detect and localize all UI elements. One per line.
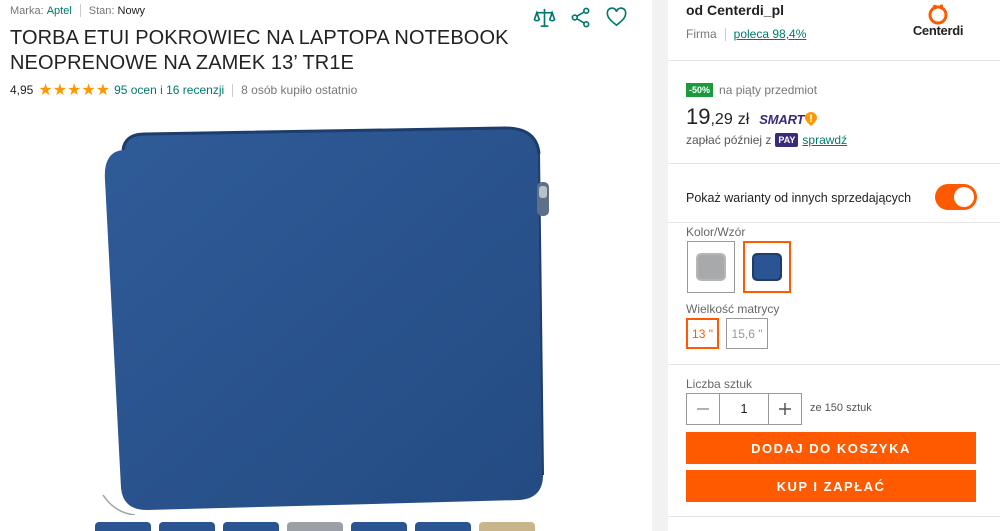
rating-row: 4,95 ★★★★★ 95 ocen i 16 recenzji 8 osób … (10, 80, 357, 100)
size-label: Wielkość matrycy (686, 302, 780, 316)
paylater-text: zapłać później z (686, 133, 772, 147)
smart-icon (805, 112, 818, 126)
divider (668, 222, 1000, 223)
discount-badge: -50% (686, 83, 714, 97)
divider (668, 163, 1000, 164)
thumbnail[interactable] (351, 522, 407, 531)
product-actions (533, 6, 628, 29)
price-integer: 19 (686, 104, 711, 129)
buy-now-button[interactable]: KUP I ZAPŁAĆ (686, 470, 976, 502)
condition-label: Stan: (88, 4, 115, 17)
color-label: Kolor/Wzór (686, 225, 746, 239)
rating-stars: ★★★★★ (38, 82, 111, 99)
thumbnail[interactable] (223, 522, 279, 531)
product-image[interactable] (95, 120, 555, 516)
reviews-link[interactable]: 95 ocen i 16 recenzji (114, 83, 224, 97)
condition-value: Nowy (117, 4, 146, 17)
promo-text: na piąty przedmiot (719, 83, 818, 97)
seller-name[interactable]: od Centerdi_pl (686, 2, 784, 18)
quantity-stepper: 1 (686, 393, 802, 425)
add-to-cart-button[interactable]: DODAJ DO KOSZYKA (686, 432, 976, 464)
variants-toggle[interactable] (935, 184, 977, 210)
thumbnail[interactable] (479, 522, 535, 531)
paylater-link[interactable]: sprawdź (802, 133, 847, 147)
divider (668, 60, 1000, 61)
seller-type: Firma (686, 27, 717, 41)
seller-logo[interactable]: Centerdi (908, 2, 968, 42)
smart-label: SMART (759, 112, 805, 127)
size-option-15-6[interactable]: 15,6 " (726, 318, 768, 349)
swatch-navy[interactable] (743, 241, 791, 293)
divider (232, 83, 234, 97)
pay-badge: PAY (775, 133, 799, 147)
size-option-13[interactable]: 13 " (686, 318, 719, 349)
variants-toggle-label: Pokaż warianty od innych sprzedających (686, 191, 912, 205)
rating-value: 4,95 (10, 83, 34, 97)
brand-label: Marka: (10, 4, 44, 17)
compare-icon[interactable] (533, 6, 556, 29)
swatch-grey[interactable] (687, 241, 735, 293)
price: 19 ,29 zł SMART (686, 104, 818, 130)
product-title: TORBA ETUI POKROWIEC NA LAPTOPA NOTEBOOK… (10, 27, 509, 74)
quantity-label: Liczba sztuk (686, 377, 753, 391)
offer-panel: od Centerdi_pl Firma poleca 98,4% Center… (668, 0, 1000, 531)
seller-info: Firma poleca 98,4% (686, 27, 806, 41)
bought-count: 8 osób kupiło ostatnio (241, 83, 358, 97)
thumbnail[interactable] (287, 522, 343, 531)
thumbnail[interactable] (415, 522, 471, 531)
price-currency: zł (737, 111, 750, 128)
paylater-row: zapłać później z PAY sprawdź (686, 133, 847, 147)
quantity-input[interactable]: 1 (719, 394, 769, 424)
toggle-knob (954, 187, 974, 207)
stock-info: ze 150 sztuk (810, 402, 872, 414)
promo-row: -50% na piąty przedmiot (686, 83, 817, 97)
brand-link[interactable]: Aptel (47, 5, 72, 17)
divider (668, 364, 1000, 365)
seller-recommend-link[interactable]: poleca 98,4% (734, 27, 807, 41)
thumbnail[interactable] (95, 522, 151, 531)
divider (79, 4, 81, 17)
plus-icon[interactable] (769, 394, 801, 424)
thumbnail[interactable] (159, 522, 215, 531)
minus-icon[interactable] (687, 394, 719, 424)
thumbnail-strip (95, 522, 535, 531)
smart-badge[interactable]: SMART (759, 112, 818, 127)
share-icon[interactable] (569, 6, 592, 29)
divider (724, 27, 726, 41)
product-gallery-panel: Marka: Aptel Stan: Nowy TORBA ETUI POKRO… (0, 0, 652, 531)
seller-logo-text: Centerdi (912, 23, 964, 38)
price-decimal: ,29 (710, 111, 733, 128)
divider (668, 516, 1000, 517)
product-meta: Marka: Aptel Stan: Nowy (10, 4, 145, 17)
heart-icon[interactable] (605, 6, 628, 29)
